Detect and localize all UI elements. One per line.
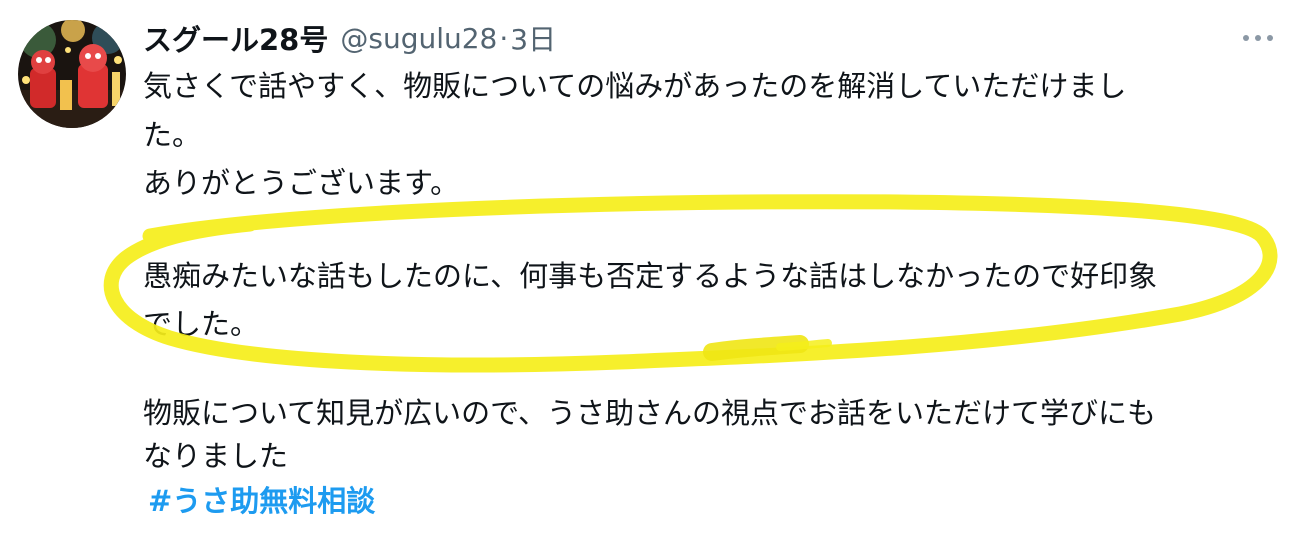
hashtag-link[interactable]: #うさ助無料相談 (148, 481, 375, 521)
tweet-text-line-6: 物販について知見が広いので、うさ助さんの視点でお話をいただけて学びにも (143, 396, 1156, 430)
tweet-text-line-3: ありがとうございます。 (143, 166, 460, 200)
tweet-text-line-4: 愚痴みたいな話もしたのに、何事も否定するような話はしなかったので好印象 (143, 259, 1158, 293)
tweet-text-line-7: なりました (143, 439, 289, 473)
user-avatar[interactable] (18, 20, 126, 128)
tweet-text-line-1: 気さくで話やすく、物販についての悩みがあったのを解消していただけまし (143, 69, 1127, 103)
user-handle[interactable]: @sugulu28 (340, 22, 497, 55)
display-name[interactable]: スグール28号 (143, 17, 328, 59)
tweet-text-line-2: た。 (143, 118, 202, 152)
tweet-text-line-5: でした。 (143, 307, 260, 341)
tweet-timestamp[interactable]: 3日 (510, 18, 556, 58)
tweet-header: スグール28号 @sugulu28 · 3日 (143, 16, 556, 60)
separator-dot: · (499, 21, 509, 55)
tweet-card[interactable]: スグール28号 @sugulu28 · 3日 気さくで話やすく、物販についての悩… (0, 0, 1292, 533)
more-options-icon[interactable] (1236, 28, 1280, 48)
